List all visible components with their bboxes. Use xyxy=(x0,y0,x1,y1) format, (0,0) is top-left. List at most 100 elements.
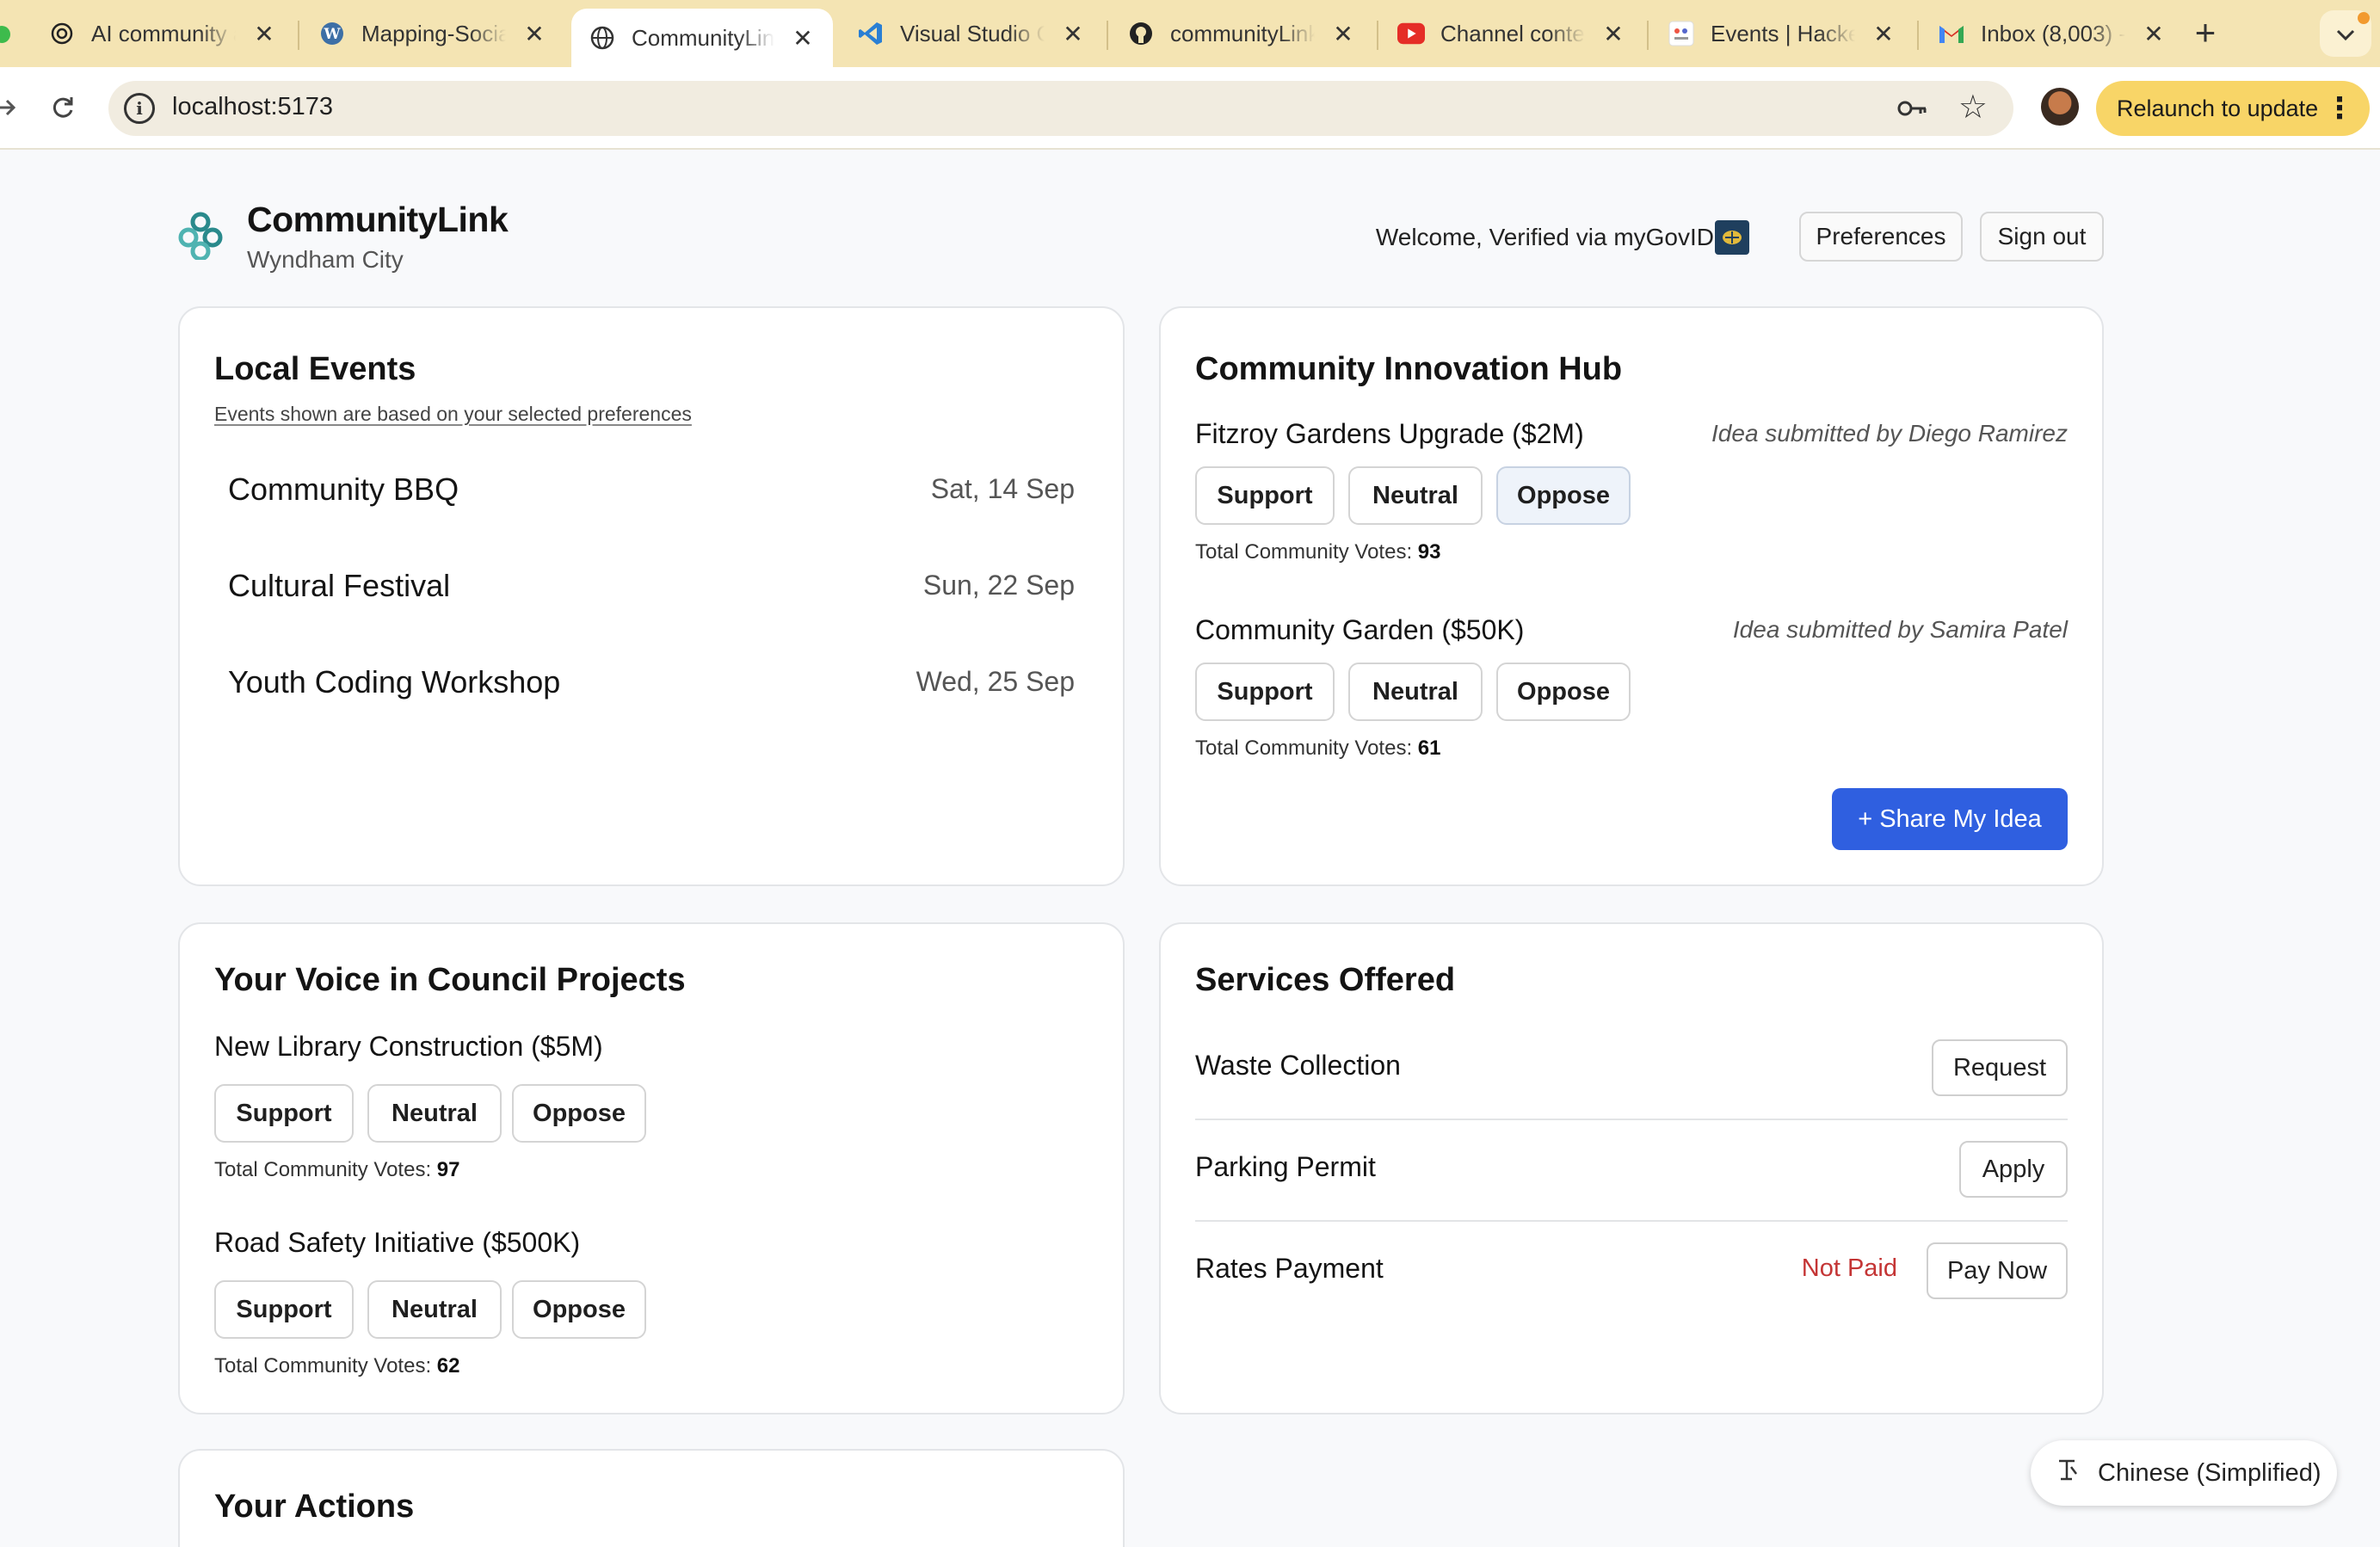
close-icon[interactable]: ✕ xyxy=(1330,20,1356,48)
service-name: Rates Payment xyxy=(1195,1253,1384,1284)
tab-mapping-social[interactable]: W Mapping-Socia ✕ xyxy=(301,10,564,57)
support-button[interactable]: Support xyxy=(214,1084,354,1143)
vote-total: Total Community Votes: 61 xyxy=(1195,737,1440,761)
your-actions-title: Your Actions xyxy=(214,1488,415,1525)
idea-title: Fitzroy Gardens Upgrade ($2M) xyxy=(1195,418,1584,449)
tab-separator xyxy=(1107,21,1108,50)
your-actions-card: Your Actions xyxy=(178,1449,1125,1547)
mygovid-badge-icon xyxy=(1715,220,1749,255)
address-bar[interactable]: i localhost:5173 ☆ xyxy=(108,81,2013,136)
update-dot xyxy=(2358,12,2370,24)
avatar[interactable] xyxy=(2041,88,2079,126)
neutral-button[interactable]: Neutral xyxy=(1348,663,1483,721)
neutral-button[interactable]: Neutral xyxy=(367,1280,502,1339)
relaunch-button[interactable]: Relaunch to update ⋮ xyxy=(2096,81,2370,136)
tab-gmail-inbox[interactable]: Inbox (8,003) - ✕ xyxy=(1921,10,2184,57)
innovation-hub-title: Community Innovation Hub xyxy=(1195,351,1623,387)
event-name: Cultural Festival xyxy=(228,568,451,603)
youtube-icon xyxy=(1397,20,1425,47)
browser-toolbar: i localhost:5173 ☆ Relaunch to update ⋮ xyxy=(0,67,2380,150)
neutral-button[interactable]: Neutral xyxy=(367,1084,502,1143)
event-item[interactable]: Community BBQ Sat, 14 Sep xyxy=(228,466,1075,518)
window-control-dot[interactable] xyxy=(0,26,10,43)
tab-separator xyxy=(1647,21,1649,50)
pay-now-button[interactable]: Pay Now xyxy=(1927,1242,2068,1299)
tab-communitylink[interactable]: CommunityLink ✕ xyxy=(571,9,833,67)
event-item[interactable]: Youth Coding Workshop Wed, 25 Sep xyxy=(228,659,1075,711)
payment-status-badge: Not Paid xyxy=(1801,1254,1897,1282)
close-icon[interactable]: ✕ xyxy=(790,24,816,52)
service-row: Rates Payment Not Paid Pay Now xyxy=(1195,1222,2068,1323)
key-icon[interactable] xyxy=(1896,95,1927,122)
translate-icon xyxy=(2056,1457,2079,1489)
menu-kebab-icon[interactable]: ⋮ xyxy=(2325,91,2354,126)
council-projects-card: Your Voice in Council Projects New Libra… xyxy=(178,922,1125,1414)
close-icon[interactable]: ✕ xyxy=(1600,20,1626,48)
apply-button[interactable]: Apply xyxy=(1959,1141,2068,1198)
vote-total: Total Community Votes: 93 xyxy=(1195,540,1440,564)
close-icon[interactable]: ✕ xyxy=(251,20,277,48)
svg-text:W: W xyxy=(323,26,341,43)
vote-total: Total Community Votes: 97 xyxy=(214,1158,459,1182)
forward-icon[interactable] xyxy=(0,86,28,129)
tab-visual-studio[interactable]: Visual Studio C ✕ xyxy=(840,10,1103,57)
event-date: Sun, 22 Sep xyxy=(922,570,1075,601)
globe-icon xyxy=(589,24,616,52)
site-info-icon[interactable]: i xyxy=(124,93,155,124)
request-button[interactable]: Request xyxy=(1932,1039,2068,1096)
idea-title: Community Garden ($50K) xyxy=(1195,614,1525,645)
tab-title: Mapping-Socia xyxy=(361,20,506,46)
innovation-hub-card: Community Innovation Hub Fitzroy Gardens… xyxy=(1159,306,2104,886)
tab-title: AI community a xyxy=(91,20,236,46)
oppose-button[interactable]: Oppose xyxy=(512,1280,646,1339)
local-events-card: Local Events Events shown are based on y… xyxy=(178,306,1125,886)
vote-total-label: Total Community Votes: xyxy=(1195,540,1413,564)
service-name: Parking Permit xyxy=(1195,1151,1376,1182)
preferences-button[interactable]: Preferences xyxy=(1799,212,1963,262)
support-button[interactable]: Support xyxy=(1195,466,1335,525)
bookmark-star-icon[interactable]: ☆ xyxy=(1958,88,1988,126)
tab-title: Visual Studio C xyxy=(900,20,1045,46)
url-text[interactable]: localhost:5173 xyxy=(172,93,333,121)
translate-language-button[interactable]: Chinese (Simplified) xyxy=(2031,1440,2337,1506)
city-name: Wyndham City xyxy=(247,246,404,273)
oppose-button[interactable]: Oppose xyxy=(1496,466,1631,525)
new-tab-button[interactable]: + xyxy=(2186,12,2225,53)
vote-count: 62 xyxy=(436,1354,460,1378)
support-button[interactable]: Support xyxy=(1195,663,1335,721)
event-date: Wed, 25 Sep xyxy=(916,666,1075,697)
support-button[interactable]: Support xyxy=(214,1280,354,1339)
chevron-down-icon xyxy=(2336,21,2355,47)
tab-youtube-channel[interactable]: Channel conter ✕ xyxy=(1380,10,1643,57)
vote-count: 97 xyxy=(436,1158,460,1181)
events-preferences-note[interactable]: Events shown are based on your selected … xyxy=(214,403,692,426)
oppose-button[interactable]: Oppose xyxy=(512,1084,646,1143)
tab-title: Events | Hacke xyxy=(1711,20,1855,46)
sign-out-button[interactable]: Sign out xyxy=(1980,212,2104,262)
tab-events-hackathon[interactable]: Events | Hacke ✕ xyxy=(1650,10,1914,57)
neutral-button[interactable]: Neutral xyxy=(1348,466,1483,525)
event-item[interactable]: Cultural Festival Sun, 22 Sep xyxy=(228,563,1075,614)
tab-github-communitylink[interactable]: communityLink ✕ xyxy=(1110,10,1373,57)
tab-separator xyxy=(1377,21,1378,50)
close-icon[interactable]: ✕ xyxy=(1060,20,1086,48)
app-title: CommunityLink xyxy=(247,200,509,239)
browser-tabstrip: AI community a ✕ W Mapping-Socia ✕ Commu… xyxy=(0,0,2380,67)
project-title: New Library Construction ($5M) xyxy=(214,1031,603,1062)
close-icon[interactable]: ✕ xyxy=(1871,20,1896,48)
tab-ai-community[interactable]: AI community a ✕ xyxy=(31,10,294,57)
reload-icon[interactable] xyxy=(41,86,84,129)
service-row: Parking Permit Apply xyxy=(1195,1120,2068,1222)
event-name: Youth Coding Workshop xyxy=(228,664,561,700)
oppose-button[interactable]: Oppose xyxy=(1496,663,1631,721)
local-events-title: Local Events xyxy=(214,351,416,387)
share-idea-button[interactable]: + Share My Idea xyxy=(1832,788,2068,850)
tab-title: communityLink xyxy=(1170,20,1315,46)
translate-language-label: Chinese (Simplified) xyxy=(2098,1458,2321,1487)
hackathon-icon xyxy=(1668,20,1695,47)
idea-author: Idea submitted by Samira Patel xyxy=(1732,616,2068,643)
close-icon[interactable]: ✕ xyxy=(2141,20,2167,48)
close-icon[interactable]: ✕ xyxy=(521,20,547,48)
tab-title: CommunityLink xyxy=(632,24,774,51)
tab-search-button[interactable] xyxy=(2320,10,2371,57)
